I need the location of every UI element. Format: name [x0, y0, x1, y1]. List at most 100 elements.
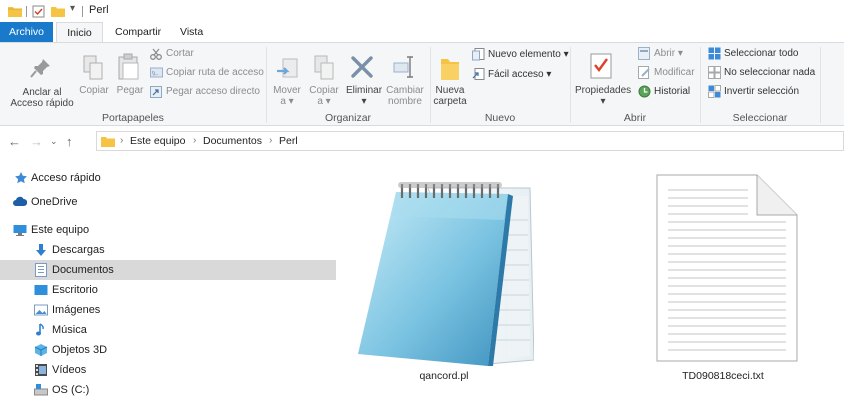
select-none-icon	[708, 66, 721, 79]
star-icon	[15, 172, 27, 184]
ribbon: Anclar al Acceso rápido Copiar Pegar Cor…	[0, 42, 844, 126]
forward-arrow-icon[interactable]: →	[30, 134, 43, 149]
new-folder-button[interactable]: Nueva carpeta	[430, 85, 470, 107]
properties-icon[interactable]	[590, 53, 612, 79]
notepad-icon	[358, 182, 534, 366]
history-icon	[638, 85, 651, 98]
paste-shortcut-button[interactable]: Pegar acceso directo	[166, 85, 260, 98]
breadcrumb-separator: ›	[269, 135, 273, 146]
nav-item-acceso-rapido[interactable]: Acceso rápido	[0, 168, 336, 188]
text-document-icon	[656, 174, 798, 362]
invert-selection-button[interactable]: Invertir selección	[724, 85, 799, 98]
paste-button[interactable]: Pegar	[112, 85, 148, 96]
tab-inicio[interactable]: Inicio	[56, 22, 103, 42]
pin-label-line1: Anclar al	[22, 87, 62, 98]
nav-item-onedrive[interactable]: OneDrive	[0, 192, 336, 212]
delete-button[interactable]: Eliminar ▾	[343, 85, 385, 107]
copy-to-icon[interactable]	[313, 55, 335, 81]
copy-icon[interactable]	[83, 55, 103, 81]
svg-text:\\..: \\..	[152, 71, 159, 77]
recent-locations-icon[interactable]: ⌄	[50, 136, 58, 147]
rename-icon[interactable]	[393, 55, 415, 79]
select-all-icon	[708, 47, 721, 60]
move-to-sub-label: a	[280, 96, 286, 107]
cloud-icon	[13, 196, 27, 206]
cut-button[interactable]: Cortar	[166, 47, 194, 60]
copy-button[interactable]: Copiar	[76, 85, 112, 96]
file-name: qancord.pl	[419, 370, 469, 382]
nav-label: Descargas	[52, 244, 105, 256]
nav-item-objetos-3d[interactable]: Objetos 3D	[0, 340, 336, 360]
new-folder-icon[interactable]	[440, 55, 460, 81]
back-arrow-icon[interactable]: ←	[8, 134, 21, 149]
copy-to-button[interactable]: Copiar a ▾	[305, 85, 343, 107]
breadcrumb-este-equipo[interactable]: Este equipo	[130, 135, 185, 147]
nav-item-escritorio[interactable]: Escritorio	[0, 280, 336, 300]
copy-path-button[interactable]: Copiar ruta de acceso	[166, 66, 264, 79]
tab-compartir[interactable]: Compartir	[108, 22, 168, 42]
copy-path-icon: \\..	[150, 67, 163, 78]
nav-item-descargas[interactable]: Descargas	[0, 240, 336, 260]
download-icon	[36, 244, 46, 256]
file-item[interactable]: TD090818ceci.txt	[602, 156, 844, 394]
nav-item-videos[interactable]: Vídeos	[0, 360, 336, 380]
ribbon-tabs: Archivo Inicio Compartir Vista	[0, 22, 844, 42]
nav-label: OneDrive	[31, 196, 78, 208]
select-none-button[interactable]: No seleccionar nada	[724, 66, 815, 79]
rename-button[interactable]: Cambiar nombre	[383, 85, 427, 107]
nav-label: Objetos 3D	[52, 344, 108, 356]
copy-to-label: Copiar	[309, 85, 339, 96]
properties-quick-icon[interactable]	[32, 5, 45, 18]
tab-archivo[interactable]: Archivo	[0, 22, 53, 42]
file-list: qancord.pl TD090818ceci.txt	[340, 156, 844, 394]
up-arrow-icon[interactable]: ↑	[66, 134, 73, 149]
nav-item-musica[interactable]: Música	[0, 320, 336, 340]
open-button[interactable]: Abrir ▾	[654, 47, 683, 60]
breadcrumb-documentos[interactable]: Documentos	[203, 135, 262, 147]
music-icon	[36, 323, 44, 336]
group-label-organizar: Organizar	[324, 112, 372, 124]
desktop-icon	[34, 285, 48, 295]
address-bar[interactable]: › Este equipo › Documentos › Perl	[96, 131, 844, 151]
group-label-portapapeles: Portapapeles	[102, 112, 164, 124]
breadcrumb-separator: ›	[193, 135, 197, 146]
new-folder-quick-icon[interactable]	[51, 5, 65, 17]
pin-label-line2: Acceso rápido	[10, 98, 74, 109]
nav-item-imagenes[interactable]: Imágenes	[0, 300, 336, 320]
customize-toolbar-icon[interactable]: ▾	[70, 3, 75, 14]
easy-access-icon	[472, 68, 485, 80]
nav-item-documentos[interactable]: Documentos	[0, 260, 336, 280]
edit-button[interactable]: Modificar	[654, 66, 695, 79]
breadcrumb-separator: ›	[120, 135, 124, 146]
move-to-button[interactable]: Mover a ▾	[268, 85, 306, 107]
breadcrumb-perl[interactable]: Perl	[279, 135, 298, 147]
properties-button[interactable]: Propiedades ▾	[575, 85, 631, 107]
tab-vista[interactable]: Vista	[173, 22, 210, 42]
paste-icon[interactable]	[118, 53, 140, 81]
properties-label: Propiedades	[575, 85, 632, 96]
cube-icon	[34, 344, 48, 356]
nav-item-os-c[interactable]: OS (C:)	[0, 380, 336, 400]
nav-item-este-equipo[interactable]: Este equipo	[0, 220, 336, 240]
delete-x-icon[interactable]	[350, 55, 374, 79]
easy-access-label: Fácil acceso	[488, 69, 544, 80]
new-folder-label-line2: carpeta	[433, 96, 467, 107]
computer-icon	[13, 225, 27, 236]
address-row: ← → ⌄ ↑ › Este equipo › Documentos › Per…	[0, 126, 844, 156]
window-title: Perl	[89, 4, 109, 16]
edit-icon	[638, 66, 650, 79]
pin-icon[interactable]	[30, 57, 52, 79]
nav-label: OS (C:)	[52, 384, 90, 396]
easy-access-button[interactable]: Fácil acceso ▾	[488, 68, 551, 81]
history-button[interactable]: Historial	[654, 85, 690, 98]
scissors-icon	[150, 48, 162, 60]
move-to-icon[interactable]	[275, 57, 299, 81]
nav-label: Vídeos	[52, 364, 87, 376]
new-item-icon	[472, 48, 485, 61]
pin-quick-access-button[interactable]: Anclar al Acceso rápido	[2, 87, 82, 109]
select-all-button[interactable]: Seleccionar todo	[724, 47, 799, 60]
file-item[interactable]: qancord.pl	[340, 156, 600, 394]
group-label-nuevo: Nuevo	[484, 112, 516, 124]
nav-label: Acceso rápido	[31, 172, 101, 184]
new-item-button[interactable]: Nuevo elemento ▾	[488, 48, 569, 61]
